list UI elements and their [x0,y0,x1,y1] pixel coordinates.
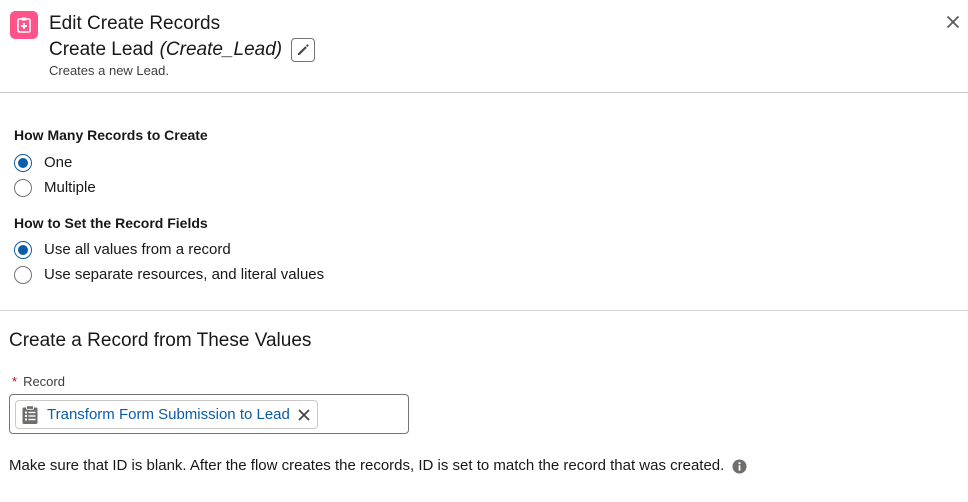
close-icon [298,408,310,421]
radio-label: Use all values from a record [44,241,231,258]
remove-pill-button[interactable] [296,407,312,423]
radio-button-checked[interactable] [14,241,32,259]
record-help-text: Make sure that ID is blank. After the fl… [9,456,747,476]
modal-supertitle: Edit Create Records [49,13,221,34]
record-label-text: Record [23,374,65,389]
element-description: Creates a new Lead. [49,63,169,78]
how-to-set-label: How to Set the Record Fields [14,215,208,231]
record-section-title: Create a Record from These Values [9,330,312,351]
radio-multiple[interactable]: Multiple [14,177,96,199]
element-label: Create Lead [49,39,154,60]
help-text-content: Make sure that ID is blank. After the fl… [9,457,725,474]
selected-resource-pill[interactable]: Transform Form Submission to Lead [15,400,318,429]
radio-separate-resources[interactable]: Use separate resources, and literal valu… [14,264,324,286]
element-title-row: Create Lead (Create_Lead) [49,37,316,63]
required-marker: * [12,374,18,389]
record-variable-icon [20,404,40,425]
radio-label: Use separate resources, and literal valu… [44,266,325,283]
selected-resource-label[interactable]: Transform Form Submission to Lead [47,405,290,425]
radio-label: One [44,154,73,171]
record-lookup-field[interactable]: Transform Form Submission to Lead [9,394,409,434]
radio-button[interactable] [14,266,32,284]
radio-button[interactable] [14,179,32,197]
pencil-icon [298,44,309,55]
radio-one[interactable]: One [14,152,72,174]
close-icon [946,15,960,29]
element-api-name: (Create_Lead) [159,39,283,60]
how-many-label: How Many Records to Create [14,127,208,143]
radio-use-all-values[interactable]: Use all values from a record [14,239,231,261]
edit-label-button[interactable] [291,38,316,62]
info-icon[interactable] [732,459,747,474]
radio-button-checked[interactable] [14,154,32,172]
close-button[interactable] [943,12,963,32]
section-divider [0,310,968,311]
modal-header: Edit Create Records Create Lead (Create_… [0,0,968,93]
create-records-icon [10,11,38,39]
radio-label: Multiple [44,179,96,196]
record-field-label: * Record [12,373,65,391]
